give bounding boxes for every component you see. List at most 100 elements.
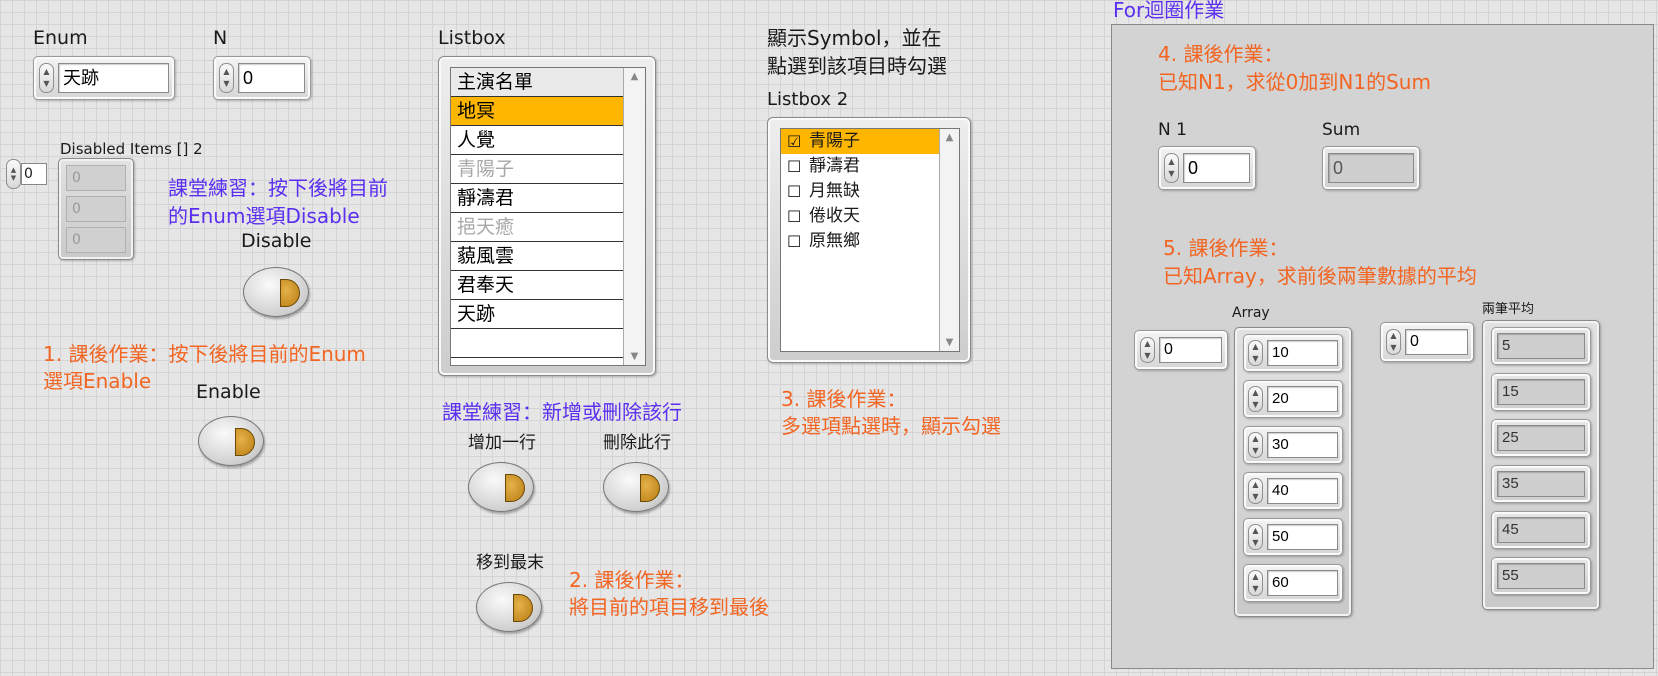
avg-element-value: 45	[1497, 517, 1585, 543]
move-last-button[interactable]	[476, 582, 542, 632]
listbox-item[interactable]: 人覺	[451, 126, 625, 155]
n1-spinner[interactable]: ▲ ▼	[1164, 153, 1179, 183]
array-element-value[interactable]: 60	[1267, 570, 1338, 596]
listbox2-item[interactable]: ☐ 月無缺	[781, 179, 939, 204]
avg-element: 55	[1491, 557, 1591, 595]
disabled-item-0: 0	[66, 165, 126, 191]
scroll-up-icon[interactable]: ▲	[946, 132, 954, 143]
disabled-items-array: 0 0 0	[58, 158, 134, 260]
avg-element-value: 5	[1497, 333, 1585, 359]
listbox-scrollbar[interactable]: ▲ ▼	[623, 68, 645, 365]
avg-element-value: 35	[1497, 471, 1585, 497]
scroll-up-icon[interactable]: ▲	[631, 71, 639, 82]
listbox[interactable]: 主演名單 地冥 人覺 青陽子 靜濤君 挹天癒 藐風雲 君奉天 天跡 ▲ ▼	[438, 56, 656, 376]
listbox2-scrollbar[interactable]: ▲ ▼	[939, 129, 959, 351]
disable-button-label: Disable	[241, 230, 312, 252]
move-last-button-label: 移到最末	[476, 553, 544, 573]
avg-element-value: 15	[1497, 379, 1585, 405]
checkbox-checked-icon[interactable]: ☑	[787, 133, 803, 150]
n-control[interactable]: ▲ ▼ 0	[213, 56, 311, 100]
disabled-item-2: 0	[66, 227, 126, 253]
listbox2-label: Listbox 2	[767, 89, 849, 110]
avg-index-value[interactable]: 0	[1405, 329, 1468, 355]
note-hw5-line2: 已知Array，求前後兩筆數據的平均	[1163, 264, 1477, 288]
array-index-spinner[interactable]: ▲ ▼	[1140, 337, 1155, 363]
array-element-value[interactable]: 50	[1267, 524, 1338, 550]
listbox-item[interactable]: 君奉天	[451, 271, 625, 300]
array-element[interactable]: ▲ ▼ 50	[1243, 518, 1343, 556]
array-element-value[interactable]: 20	[1267, 386, 1338, 412]
array-element-spinner[interactable]: ▲ ▼	[1248, 340, 1263, 366]
avg-index[interactable]: ▲ ▼ 0	[1380, 322, 1474, 362]
array-element[interactable]: ▲ ▼ 30	[1243, 426, 1343, 464]
checkbox-icon[interactable]: ☐	[787, 183, 803, 200]
listbox-item[interactable]	[451, 329, 625, 358]
listbox-item[interactable]: 藐風雲	[451, 242, 625, 271]
array-element-spinner[interactable]: ▲ ▼	[1248, 570, 1263, 596]
listbox2-item[interactable]: ☐ 倦收天	[781, 204, 939, 229]
n1-value[interactable]: 0	[1183, 153, 1250, 183]
listbox-item[interactable]: 地冥	[451, 97, 625, 126]
array-element-value[interactable]: 40	[1267, 478, 1338, 504]
listbox-item[interactable]: 天跡	[451, 300, 625, 329]
array-label: Array	[1232, 305, 1270, 321]
enum-spinner[interactable]: ▲ ▼	[39, 63, 54, 93]
array-element[interactable]: ▲ ▼ 40	[1243, 472, 1343, 510]
n1-control[interactable]: ▲ ▼ 0	[1158, 146, 1256, 190]
listbox-2[interactable]: ☑ 青陽子 ☐ 靜濤君 ☐ 月無缺 ☐ 倦收天 ☐ 原無鄉 ▲ ▼	[767, 117, 971, 363]
checkbox-icon[interactable]: ☐	[787, 208, 803, 225]
note-symbol-line1: 顯示Symbol，並在	[767, 26, 942, 50]
array-element-value[interactable]: 30	[1267, 432, 1338, 458]
disabled-items-index-value[interactable]: 0	[21, 163, 47, 185]
checkbox-icon[interactable]: ☐	[787, 233, 803, 250]
listbox2-item-label: 靜濤君	[809, 156, 860, 176]
array-element-spinner[interactable]: ▲ ▼	[1248, 432, 1263, 458]
n-label: N	[213, 27, 228, 49]
listbox2-item[interactable]: ☐ 原無鄉	[781, 229, 939, 254]
listbox-rows: 地冥 人覺 青陽子 靜濤君 挹天癒 藐風雲 君奉天 天跡	[451, 97, 645, 358]
enable-button-label: Enable	[196, 381, 261, 403]
avg-element: 15	[1491, 373, 1591, 411]
note-hw3-line1: 3. 課後作業：	[781, 387, 907, 411]
avg-element: 25	[1491, 419, 1591, 457]
disabled-items-label: Disabled Items [] 2	[60, 140, 203, 158]
avg-element-value: 25	[1497, 425, 1585, 451]
listbox2-item[interactable]: ☑ 青陽子	[781, 129, 939, 154]
disabled-items-index-spinner[interactable]: ▲ ▼	[6, 159, 21, 189]
array-element-spinner[interactable]: ▲ ▼	[1248, 478, 1263, 504]
n-value[interactable]: 0	[238, 63, 305, 93]
array-element-spinner[interactable]: ▲ ▼	[1248, 386, 1263, 412]
array-index-value[interactable]: 0	[1159, 337, 1222, 363]
note-hw4-line2: 已知N1，求從0加到N1的Sum	[1158, 70, 1431, 94]
array-element[interactable]: ▲ ▼ 10	[1243, 334, 1343, 372]
n-spinner[interactable]: ▲ ▼	[219, 63, 234, 93]
add-row-button-label: 增加一行	[468, 433, 536, 453]
avg-element: 5	[1491, 327, 1591, 365]
array-element[interactable]: ▲ ▼ 60	[1243, 564, 1343, 602]
enum-value[interactable]: 天跡	[58, 63, 169, 93]
listbox-item: 挹天癒	[451, 213, 625, 242]
enum-control[interactable]: ▲ ▼ 天跡	[33, 56, 175, 100]
scroll-down-icon[interactable]: ▼	[946, 337, 954, 348]
add-row-button[interactable]	[468, 462, 534, 512]
note-symbol-line2: 點選到該項目時勾選	[767, 54, 947, 78]
array-index[interactable]: ▲ ▼ 0	[1134, 330, 1228, 370]
avg-index-spinner[interactable]: ▲ ▼	[1386, 329, 1401, 355]
n1-label: N 1	[1158, 120, 1187, 140]
disabled-items-index[interactable]: ▲ ▼ 0	[6, 158, 56, 190]
listbox2-item[interactable]: ☐ 靜濤君	[781, 154, 939, 179]
array-element-value[interactable]: 10	[1267, 340, 1338, 366]
array-element[interactable]: ▲ ▼ 20	[1243, 380, 1343, 418]
scroll-down-icon[interactable]: ▼	[631, 351, 639, 362]
enable-button[interactable]	[198, 416, 264, 466]
avg-element: 45	[1491, 511, 1591, 549]
sum-label: Sum	[1322, 120, 1361, 140]
disable-button[interactable]	[243, 267, 309, 317]
listbox-item[interactable]: 靜濤君	[451, 184, 625, 213]
checkbox-icon[interactable]: ☐	[787, 158, 803, 175]
delete-row-button[interactable]	[603, 462, 669, 512]
array-element-spinner[interactable]: ▲ ▼	[1248, 524, 1263, 550]
note-hw1-line1: 1. 課後作業：按下後將目前的Enum	[43, 342, 366, 366]
avg-indicator: 5 15 25 35 45 55	[1482, 320, 1600, 610]
listbox2-item-label: 月無缺	[809, 181, 860, 201]
